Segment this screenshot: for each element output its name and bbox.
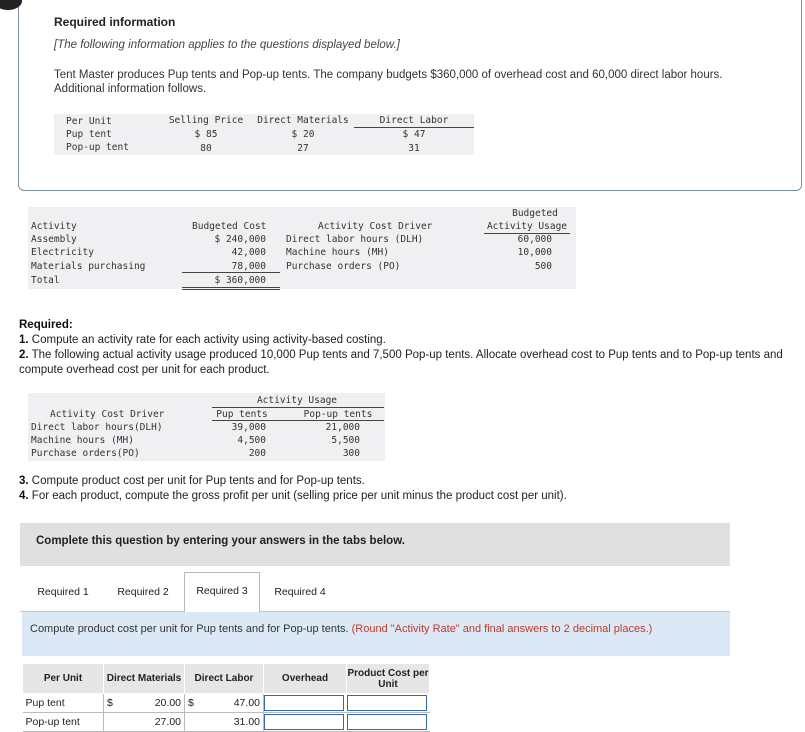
col-header: Per Unit <box>66 115 112 127</box>
tab-required-4[interactable]: Required 4 <box>266 574 334 611</box>
cost-assembly: $ 240,000 <box>214 234 266 245</box>
usage-popup-dlh: 21,000 <box>325 422 360 433</box>
col-header: Direct Labor <box>354 114 474 128</box>
total-label: Total <box>31 275 60 286</box>
row-label: Pop-up tent <box>66 142 129 153</box>
cell: $ 20 <box>291 128 315 140</box>
required-item-4: 4. For each product, compute the gross p… <box>19 490 567 502</box>
activity-electricity: Electricity <box>31 247 94 258</box>
row-label-popup: Pop-up tent <box>22 712 104 732</box>
table-row: Pup tent $20.00 $47.00 <box>22 693 430 713</box>
total-value: $ 360,000 <box>214 275 266 286</box>
activity-materials: Materials purchasing <box>31 261 146 272</box>
usage-col-driver: Activity Cost Driver <box>50 409 165 420</box>
cell: 27 <box>297 142 309 154</box>
usage-pup-dlh: 39,000 <box>231 422 266 433</box>
table-row: Pop-up tent 27.00 31.00 <box>22 712 430 732</box>
info-title: Required information <box>54 15 176 29</box>
overhead-pup-input[interactable] <box>264 695 344 711</box>
col-header-activity: Activity <box>31 221 77 232</box>
col-header-budgeted-cost: Budgeted Cost <box>192 221 267 232</box>
overhead-pup-cell <box>263 693 347 713</box>
total-underline <box>182 272 280 273</box>
unit-info-table: Per Unit Selling Price Direct Materials … <box>54 114 474 155</box>
cell: 80 <box>200 142 212 154</box>
required-heading: Required: <box>19 319 73 331</box>
usage-group-header: Activity Usage <box>256 395 338 406</box>
dm-pup: $20.00 <box>103 693 185 713</box>
tab-required-3[interactable]: Required 3 <box>184 572 260 613</box>
col-header-activity-usage: Activity Usage <box>486 221 568 232</box>
complete-question-text: Complete this question by entering your … <box>36 535 405 547</box>
usage-pup-mh: 4,500 <box>237 435 266 446</box>
info-note: [The following information applies to th… <box>54 39 400 51</box>
cell: $ 47 <box>402 129 426 140</box>
usage-row-dlh: Direct labor hours(DLH) <box>31 422 163 433</box>
usage-col-pup: Pup tents <box>216 409 268 420</box>
row-label: Pup tent <box>66 128 112 140</box>
dl-pup: $47.00 <box>184 693 264 713</box>
activity-assembly: Assembly <box>31 234 77 245</box>
usage-group-underline <box>212 407 384 408</box>
required-item-2: 2. The following actual activity usage p… <box>19 349 783 376</box>
col-header: Direct Materials <box>257 115 349 127</box>
product-cost-pup-cell <box>346 693 430 713</box>
ans-col-per-unit: Per Unit <box>22 663 104 694</box>
tab-required-1[interactable]: Required 1 <box>28 574 98 611</box>
usage-row-po: Purchase orders(PO) <box>31 448 140 459</box>
instruction-panel: Compute product cost per unit for Pup te… <box>22 612 730 656</box>
usage-col-popup: Pop-up tents <box>303 409 373 420</box>
driver-assembly: Direct labor hours (DLH) <box>286 234 424 245</box>
tab-required-2[interactable]: Required 2 <box>108 574 178 611</box>
instruction-text: Compute product cost per unit for Pup te… <box>30 623 653 635</box>
answer-table: Per Unit Direct Materials Direct Labor O… <box>22 663 430 732</box>
required-item-1: 1. Compute an activity rate for each act… <box>19 334 386 346</box>
usage-electricity: 10,000 <box>517 247 552 258</box>
usage-pup-po: 200 <box>248 448 266 459</box>
driver-electricity: Machine hours (MH) <box>286 247 389 258</box>
row-label-pup: Pup tent <box>22 693 104 713</box>
usage-row-mh: Machine hours (MH) <box>31 435 134 446</box>
usage-popup-po: 300 <box>342 448 360 459</box>
required-section-2: 3. Compute product cost per unit for Pup… <box>19 474 795 504</box>
required-item-3: 3. Compute product cost per unit for Pup… <box>19 475 365 487</box>
complete-question-bar: Complete this question by entering your … <box>20 523 730 566</box>
usage-popup-mh: 5,500 <box>331 435 360 446</box>
budgeted-top-header: Budgeted <box>512 208 558 219</box>
overhead-popup-cell <box>263 712 347 732</box>
product-cost-popup-cell <box>346 712 430 732</box>
col-header: Selling Price <box>168 115 244 127</box>
ans-col-product-cost: Product Cost per Unit <box>346 663 430 694</box>
info-paragraph: Tent Master produces Pup tents and Pop-u… <box>54 69 723 95</box>
usage-header-underline <box>212 420 384 421</box>
ans-col-direct-labor: Direct Labor <box>184 663 264 694</box>
ans-col-direct-materials: Direct Materials <box>103 663 185 694</box>
dm-popup: 27.00 <box>103 712 185 732</box>
dl-popup: 31.00 <box>184 712 264 732</box>
instruction-rounding-note: (Round "Activity Rate" and final answers… <box>351 623 653 635</box>
overhead-popup-input[interactable] <box>264 714 344 730</box>
product-cost-popup-input[interactable] <box>346 714 427 730</box>
total-double-underline <box>182 287 280 290</box>
cell: $ 85 <box>194 128 218 140</box>
ans-col-overhead: Overhead <box>263 663 347 694</box>
driver-materials: Purchase orders (PO) <box>286 261 401 272</box>
required-section: Required: 1. Compute an activity rate fo… <box>19 318 795 378</box>
cell: 31 <box>408 142 420 154</box>
cost-materials: 78,000 <box>231 261 266 272</box>
col-header-cost-driver: Activity Cost Driver <box>318 221 433 232</box>
product-cost-pup-input[interactable] <box>346 695 427 711</box>
cost-electricity: 42,000 <box>231 247 266 258</box>
usage-assembly: 60,000 <box>517 234 552 245</box>
usage-materials: 500 <box>534 261 552 272</box>
